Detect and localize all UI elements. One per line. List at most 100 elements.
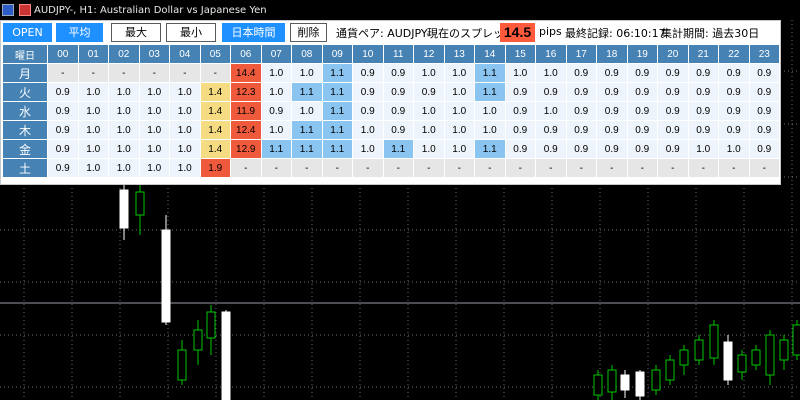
current-spread-value: 14.5: [500, 23, 535, 42]
spread-cell: -: [475, 159, 506, 178]
candle-body: [779, 339, 789, 361]
weekday-label: 月: [3, 64, 48, 83]
spread-cell: 0.9: [627, 140, 658, 159]
spread-cell: 0.9: [505, 83, 536, 102]
spread-cell: -: [505, 159, 536, 178]
hour-header: 12: [414, 45, 445, 64]
spread-cell: 1.1: [383, 140, 414, 159]
spread-cell: 0.9: [749, 83, 780, 102]
chart-type-icon: [19, 4, 31, 16]
spread-cell: 0.9: [749, 102, 780, 121]
spread-cell: 0.9: [658, 140, 689, 159]
weekday-row: 金 0.9 1.0 1.0 1.0 1.0 1.4 12.9 1.1 1.1 1.1 1.0 1.1 1.…: [3, 140, 780, 159]
spread-cell: 1.0: [475, 121, 506, 140]
hour-header-row: 曜日 00 01 02 03 04 05 06 07 08 09 10 11 12 13 14 15 16 17 1…: [3, 45, 780, 64]
hour-header: 21: [688, 45, 719, 64]
spread-cell: 1.0: [170, 159, 201, 178]
spread-cell: 0.9: [597, 140, 628, 159]
spread-toolbar: OPEN 平均 最大 最小 日本時間 削除 通貨ペア: AUDJPY- 現在のス…: [1, 21, 780, 44]
spread-cell: 1.0: [475, 102, 506, 121]
spread-panel: OPEN 平均 最大 最小 日本時間 削除 通貨ペア: AUDJPY- 現在のス…: [0, 20, 781, 185]
spread-cell: 1.4: [200, 83, 231, 102]
spread-cell: -: [749, 159, 780, 178]
candle-body: [751, 349, 761, 366]
spread-cell: -: [719, 159, 750, 178]
spread-cell: 0.9: [48, 121, 79, 140]
spread-cell: 0.9: [688, 83, 719, 102]
spread-cell: 0.9: [566, 83, 597, 102]
spread-cell: -: [383, 159, 414, 178]
spread-cell: -: [139, 64, 170, 83]
spread-cell: 1.1: [475, 140, 506, 159]
spread-cell: 1.0: [444, 121, 475, 140]
spread-cell: 1.0: [170, 102, 201, 121]
spread-cell: 1.1: [322, 64, 353, 83]
spread-cell: 1.0: [261, 83, 292, 102]
hour-header: 03: [139, 45, 170, 64]
spread-cell: 1.4: [200, 140, 231, 159]
spread-cell: 1.1: [475, 64, 506, 83]
spread-cell: 1.0: [444, 83, 475, 102]
spread-cell: 1.0: [414, 64, 445, 83]
spread-cell: 0.9: [505, 140, 536, 159]
hour-header: 17: [566, 45, 597, 64]
candle-body: [620, 374, 630, 391]
spread-cell: -: [231, 159, 262, 178]
spread-cell: 0.9: [383, 83, 414, 102]
hour-header: 14: [475, 45, 506, 64]
spread-cell: 1.0: [78, 140, 109, 159]
hour-header: 15: [505, 45, 536, 64]
hour-header: 07: [261, 45, 292, 64]
spread-cell: 1.0: [109, 83, 140, 102]
hour-header: 05: [200, 45, 231, 64]
candle-body: [206, 311, 216, 339]
average-button[interactable]: 平均: [56, 23, 103, 42]
spread-cell: 0.9: [353, 83, 384, 102]
spread-cell: 0.9: [749, 121, 780, 140]
spread-cell: 0.9: [597, 64, 628, 83]
spread-cell: 1.0: [414, 121, 445, 140]
weekday-header: 曜日: [3, 45, 48, 64]
spread-cell: -: [170, 64, 201, 83]
spread-cell: -: [566, 159, 597, 178]
hour-header: 02: [109, 45, 140, 64]
spread-cell: 0.9: [597, 83, 628, 102]
spread-cell: 12.9: [231, 140, 262, 159]
max-button[interactable]: 最大: [111, 23, 161, 42]
hour-header: 22: [719, 45, 750, 64]
spread-cell: 1.1: [322, 140, 353, 159]
spread-cell: 1.0: [261, 64, 292, 83]
hour-header: 11: [383, 45, 414, 64]
weekday-row: 水 0.9 1.0 1.0 1.0 1.0 1.4 11.9 0.9 1.0 1.1 0.9 0.9 1.…: [3, 102, 780, 121]
spread-cell: -: [353, 159, 384, 178]
hour-header: 13: [444, 45, 475, 64]
open-button[interactable]: OPEN: [3, 23, 52, 42]
spread-cell: 1.0: [170, 140, 201, 159]
spread-cell: 0.9: [383, 102, 414, 121]
weekday-label: 木: [3, 121, 48, 140]
spread-cell: 0.9: [536, 140, 567, 159]
spread-cell: -: [200, 64, 231, 83]
spread-cell: 1.1: [261, 140, 292, 159]
spread-cell: 1.0: [505, 64, 536, 83]
candle-body: [737, 354, 747, 373]
window-title: AUDJPY-, H1: Australian Dollar vs Japane…: [34, 4, 267, 16]
candle-body: [593, 374, 603, 396]
spread-cell: 0.9: [505, 102, 536, 121]
spread-cell: 1.0: [109, 121, 140, 140]
spread-cell: 0.9: [48, 159, 79, 178]
spread-cell: 0.9: [566, 64, 597, 83]
spread-cell: 0.9: [658, 83, 689, 102]
jst-button[interactable]: 日本時間: [222, 23, 285, 42]
spread-cell: 0.9: [658, 121, 689, 140]
min-button[interactable]: 最小: [166, 23, 216, 42]
spread-cell: 1.0: [78, 121, 109, 140]
spread-cell: 1.0: [139, 159, 170, 178]
candle-body: [193, 329, 203, 351]
spread-cell: 1.1: [322, 102, 353, 121]
spread-cell: 0.9: [597, 102, 628, 121]
spread-cell: -: [444, 159, 475, 178]
spread-cell: 0.9: [505, 121, 536, 140]
window-menu-icon[interactable]: [2, 4, 14, 16]
delete-button[interactable]: 削除: [290, 23, 327, 42]
